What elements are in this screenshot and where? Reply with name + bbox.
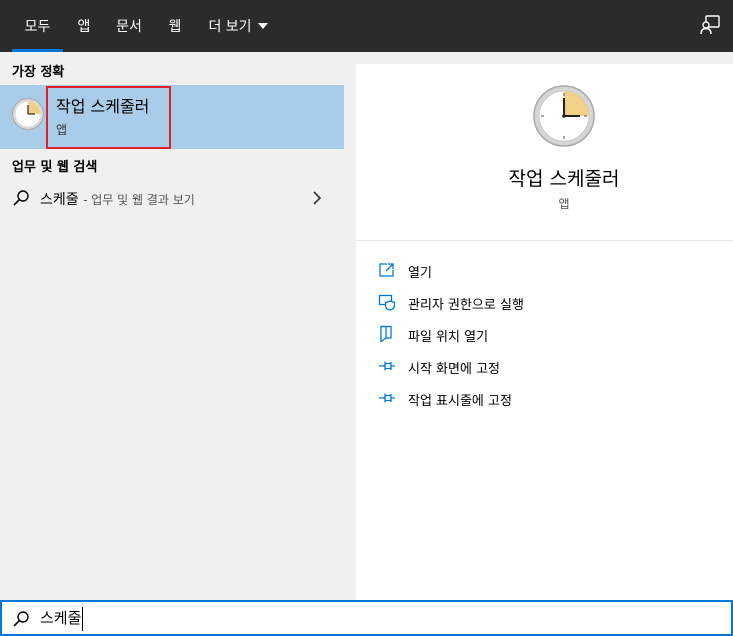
web-search-heading: 업무 및 웹 검색 <box>12 160 98 175</box>
search-icon <box>13 190 29 206</box>
search-input[interactable]: 스케줄 <box>40 607 84 631</box>
preview-panel: 작업 스케줄러 앱 열기 관리자 권한으로 실행 파일 위치 열기 시작 화면에… <box>356 64 733 600</box>
task-scheduler-clock-icon <box>11 97 45 131</box>
pin-icon <box>379 393 395 403</box>
web-result-suffix: - 업무 및 웹 결과 보기 <box>83 193 195 207</box>
action-pin-to-taskbar-label: 작업 표시줄에 고정 <box>408 394 512 409</box>
results-panel: 가장 정확 작업 스케줄러 앱 업무 및 웹 검색 스케줄 - 업무 및 웹 결… <box>0 52 345 600</box>
web-query: 스케줄 <box>40 192 79 208</box>
tab-all[interactable]: 모두 <box>12 0 63 52</box>
tab-documents-label: 문서 <box>116 19 142 35</box>
tab-more-label: 더 보기 <box>208 19 252 35</box>
tab-apps[interactable]: 앱 <box>70 0 98 52</box>
task-scheduler-clock-icon <box>533 85 595 147</box>
tab-more[interactable]: 더 보기 <box>202 0 274 52</box>
action-pin-to-taskbar[interactable]: 작업 표시줄에 고정 <box>378 387 718 411</box>
best-match-heading: 가장 정확 <box>12 65 65 80</box>
action-run-as-admin[interactable]: 관리자 권한으로 실행 <box>378 291 718 315</box>
action-pin-to-start-label: 시작 화면에 고정 <box>408 362 500 377</box>
tab-documents[interactable]: 문서 <box>110 0 148 52</box>
tab-apps-label: 앱 <box>77 19 91 35</box>
file-location-icon <box>380 325 392 343</box>
tab-web-label: 웹 <box>168 19 182 35</box>
filter-tab-bar: 모두 앱 문서 웹 더 보기 <box>0 0 733 52</box>
divider <box>356 240 733 241</box>
action-open-file-location-label: 파일 위치 열기 <box>408 330 489 345</box>
action-run-as-admin-label: 관리자 권한으로 실행 <box>408 298 524 313</box>
tab-all-label: 모두 <box>24 19 51 35</box>
chevron-right-icon <box>313 191 322 205</box>
tab-web[interactable]: 웹 <box>160 0 190 52</box>
shield-icon <box>378 294 396 311</box>
preview-subtitle: 앱 <box>558 197 570 211</box>
search-icon <box>13 611 29 627</box>
search-box[interactable]: 스케줄 <box>0 600 733 636</box>
preview-title: 작업 스케줄러 <box>508 168 620 190</box>
action-open-file-location[interactable]: 파일 위치 열기 <box>378 323 718 347</box>
chevron-down-icon <box>257 23 268 29</box>
web-search-result[interactable]: 스케줄 - 업무 및 웹 결과 보기 <box>0 182 344 214</box>
action-pin-to-start[interactable]: 시작 화면에 고정 <box>378 355 718 379</box>
best-match-title: 작업 스케줄러 <box>56 97 150 116</box>
open-icon <box>379 263 394 277</box>
feedback-icon[interactable] <box>699 14 721 36</box>
best-match-subtitle: 앱 <box>56 123 68 137</box>
best-match-result[interactable]: 작업 스케줄러 앱 <box>0 85 344 149</box>
action-open[interactable]: 열기 <box>378 259 718 283</box>
action-open-label: 열기 <box>408 266 432 281</box>
pin-icon <box>379 361 395 371</box>
